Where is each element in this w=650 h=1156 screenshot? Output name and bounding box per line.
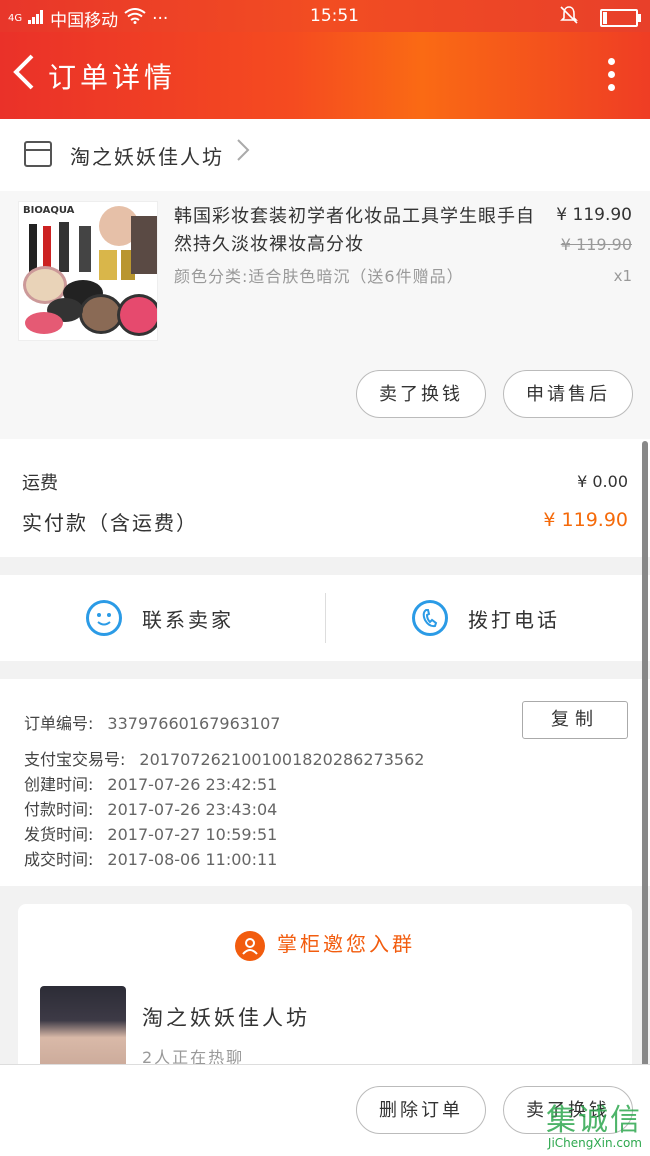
- created-time-row: 创建时间: 2017-07-26 23:42:51: [24, 771, 277, 795]
- store-icon: [24, 141, 52, 167]
- alipay-trade-label: 支付宝交易号:: [24, 750, 126, 769]
- paid-time-value: 2017-07-26 23:43:04: [107, 800, 278, 819]
- delete-order-button[interactable]: 删除订单: [356, 1086, 486, 1134]
- shipped-time-value: 2017-07-27 10:59:51: [107, 825, 278, 844]
- after-sale-button[interactable]: 申请售后: [503, 370, 633, 418]
- completed-time-row: 成交时间: 2017-08-06 11:00:11: [24, 846, 277, 870]
- group-invite-text: 掌柜邀您入群: [277, 932, 415, 956]
- group-invite-header: 掌柜邀您入群: [18, 928, 632, 961]
- call-label: 拨打电话: [468, 607, 560, 632]
- product-brand-logo: BIOAQUA: [23, 205, 75, 216]
- contact-seller-button[interactable]: 联系卖家: [86, 575, 234, 661]
- created-time-value: 2017-07-26 23:42:51: [107, 775, 278, 794]
- product-price: ¥ 119.90: [556, 205, 632, 225]
- group-icon: [235, 930, 265, 961]
- resell-button[interactable]: 卖了换钱: [356, 370, 486, 418]
- scrollbar[interactable]: [642, 441, 648, 1064]
- more-menu-icon[interactable]: [608, 58, 616, 97]
- paid-label: 实付款（含运费）: [22, 511, 198, 535]
- carrier-name: 中国移动: [50, 11, 119, 31]
- nav-bar: 订单详情: [0, 32, 650, 119]
- group-chat-status: 2人正在热聊: [142, 1048, 245, 1064]
- product-image[interactable]: BIOAQUA: [18, 201, 158, 341]
- product-spec: 颜色分类:适合肤色暗沉（送6件赠品）: [174, 267, 464, 286]
- phone-icon: [412, 600, 448, 636]
- product-original-price: ¥ 119.90: [560, 235, 632, 254]
- shipped-time-row: 发货时间: 2017-07-27 10:59:51: [24, 821, 277, 845]
- contact-bar: 联系卖家 拨打电话: [0, 575, 650, 661]
- shop-row[interactable]: 淘之妖妖佳人坊: [0, 119, 650, 191]
- silent-bell-icon: [560, 5, 578, 30]
- order-number-row: 订单编号: 33797660167963107: [24, 710, 280, 734]
- watermark-logo: 集诚信: [546, 1103, 642, 1138]
- order-number-label: 订单编号:: [24, 714, 94, 733]
- paid-value: ¥ 119.90: [543, 509, 628, 531]
- order-info: 复制 订单编号: 33797660167963107 支付宝交易号: 2017072…: [0, 679, 650, 886]
- group-invite-card[interactable]: 掌柜邀您入群 淘之妖妖佳人坊 2人正在热聊: [18, 904, 632, 1064]
- wifi-icon: [124, 8, 146, 29]
- order-item[interactable]: BIOAQUA 韩国彩妆套装初学者化妆品工具学生眼手自然持久淡妆裸妆高分妆 颜色…: [0, 191, 650, 439]
- completed-time-label: 成交时间:: [24, 850, 94, 869]
- battery-icon: [600, 8, 641, 27]
- shipping-label: 运费: [22, 473, 58, 494]
- chat-face-icon: [86, 600, 122, 636]
- alipay-trade-row: 支付宝交易号: 2017072621001001820286273562: [24, 746, 424, 770]
- clock: 15:51: [310, 6, 359, 26]
- bottom-action-bar: 删除订单 卖了换钱 集诚信 JiChengXin.com: [0, 1064, 650, 1156]
- paid-time-label: 付款时间:: [24, 800, 94, 819]
- signal-icon: [28, 9, 44, 29]
- back-arrow-icon[interactable]: [10, 52, 36, 99]
- product-quantity: x1: [613, 267, 632, 285]
- alipay-trade-value: 2017072621001001820286273562: [139, 750, 425, 769]
- network-type: 4G: [8, 13, 23, 24]
- status-bar: 4G 中国移动 ··· 15:51: [0, 0, 650, 32]
- watermark-site: JiChengXin.com: [547, 1136, 642, 1150]
- contact-seller-label: 联系卖家: [142, 607, 234, 632]
- completed-time-value: 2017-08-06 11:00:11: [107, 850, 278, 869]
- paid-time-row: 付款时间: 2017-07-26 23:43:04: [24, 796, 277, 820]
- product-title[interactable]: 韩国彩妆套装初学者化妆品工具学生眼手自然持久淡妆裸妆高分妆: [174, 203, 549, 259]
- shop-name: 淘之妖妖佳人坊: [70, 145, 224, 169]
- chevron-right-icon: [236, 137, 250, 170]
- call-button[interactable]: 拨打电话: [412, 575, 560, 661]
- order-number-value: 33797660167963107: [107, 714, 281, 733]
- shipping-value: ¥ 0.00: [577, 472, 628, 491]
- copy-button[interactable]: 复制: [522, 701, 628, 739]
- divider: [325, 593, 326, 643]
- group-name: 淘之妖妖佳人坊: [142, 1006, 310, 1030]
- order-detail-content[interactable]: 淘之妖妖佳人坊 BIOAQUA 韩国彩妆套装初学者化妆品工具学生眼手自然持久淡妆…: [0, 119, 650, 1064]
- fee-summary: 运费 ¥ 0.00 实付款（含运费） ¥ 119.90: [0, 439, 650, 557]
- page-title: 订单详情: [48, 61, 177, 94]
- group-avatar: [40, 986, 126, 1064]
- more-notifications: ···: [152, 8, 169, 29]
- shipped-time-label: 发货时间:: [24, 825, 94, 844]
- watermark: 集诚信 JiChengXin.com: [546, 1103, 642, 1151]
- created-time-label: 创建时间:: [24, 775, 94, 794]
